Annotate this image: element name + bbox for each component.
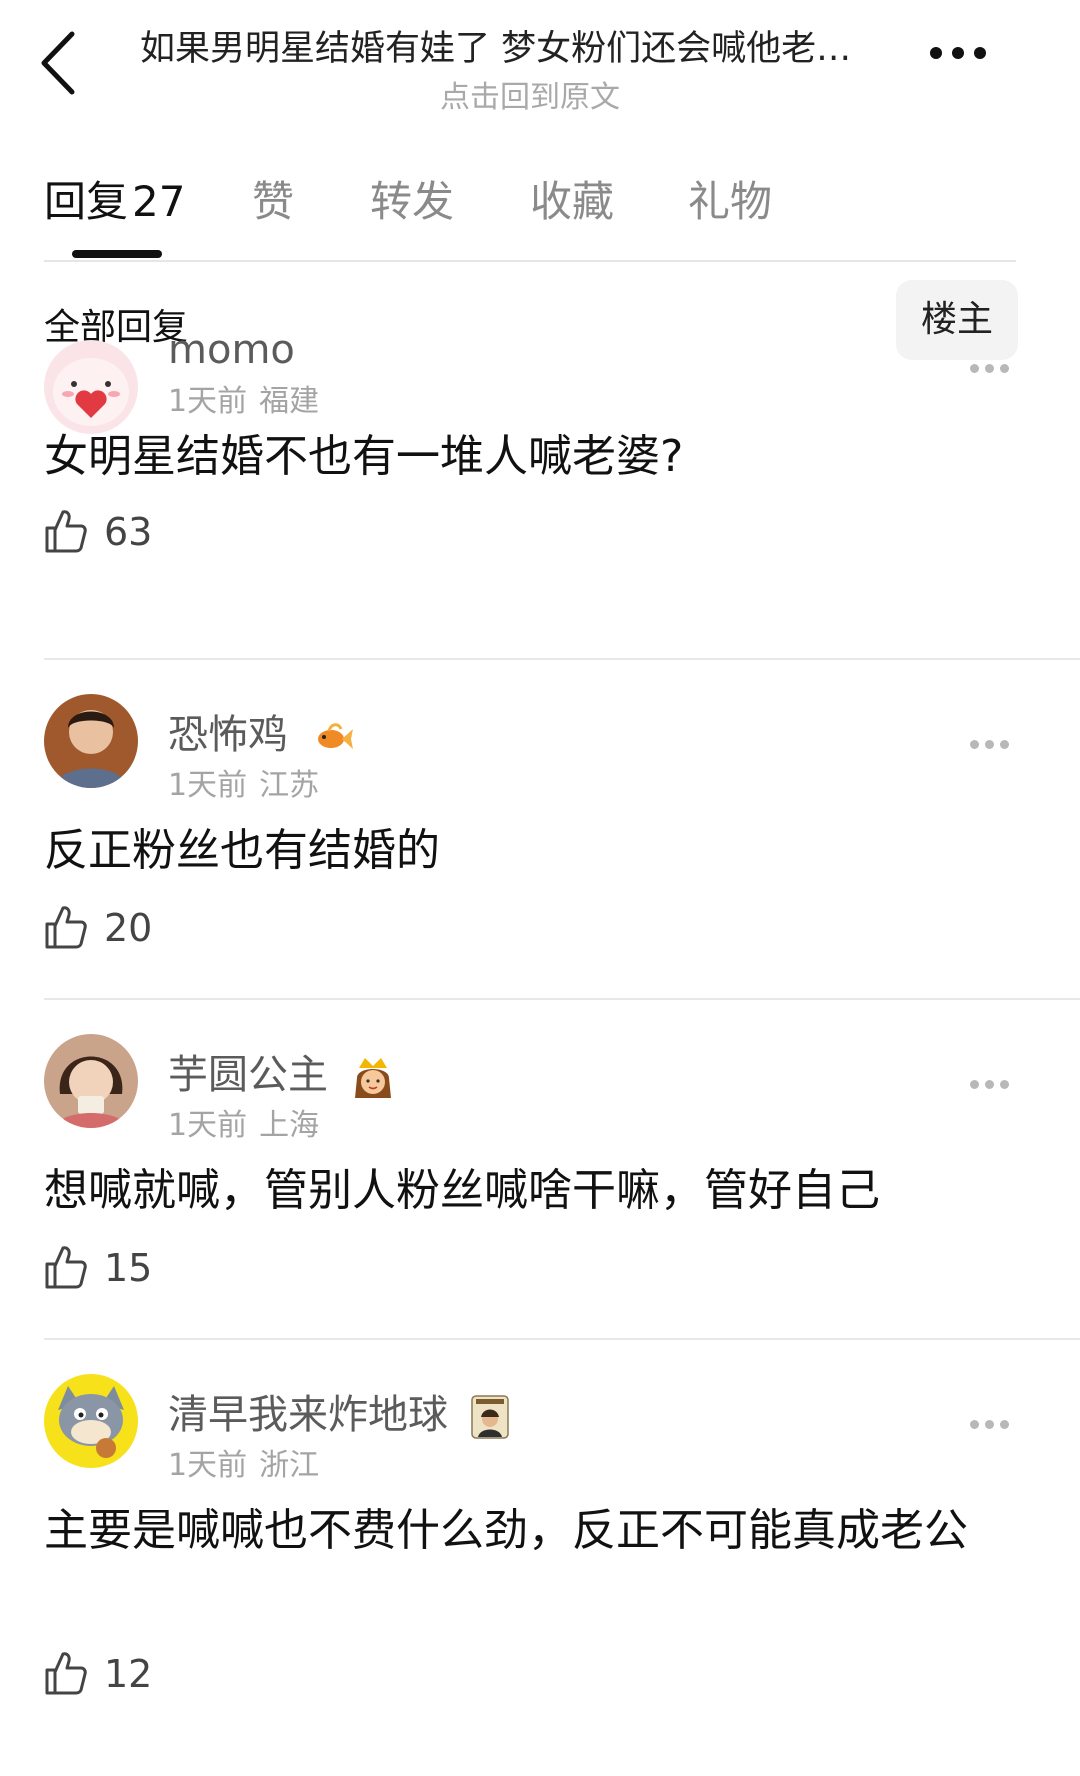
more-dot-icon <box>985 1080 994 1089</box>
comment-divider <box>44 658 1080 660</box>
more-dot-icon <box>930 47 942 59</box>
comment-divider <box>44 998 1080 1000</box>
more-dot-icon <box>974 47 986 59</box>
more-dot-icon <box>1000 364 1009 373</box>
more-dot-icon <box>952 47 964 59</box>
comment-username[interactable]: 恐怖鸡 <box>168 702 355 760</box>
comment-meta: 1天前 福建 <box>168 376 319 420</box>
more-dot-icon <box>970 1080 979 1089</box>
thumbs-up-icon <box>45 906 87 949</box>
comment-text: 反正粉丝也有结婚的 <box>44 825 440 876</box>
tab-gifts[interactable]: 礼物 <box>688 168 772 229</box>
girl-avatar[interactable] <box>44 1034 138 1128</box>
top-bar: 如果男明星结婚有娃了 梦女粉们还会喊他老… 点击回到原文 <box>0 0 1080 120</box>
comment-item: 恐怖鸡 1天前 江苏 反正粉丝也有结婚的 20 <box>0 694 1080 994</box>
comment-location: 上海 <box>259 1108 320 1143</box>
comment-more-button[interactable] <box>970 358 1020 378</box>
comment-text: 想喊就喊，管别人粉丝喊啥干嘛，管好自己 <box>44 1165 880 1216</box>
comment-username[interactable]: 清早我来炸地球 <box>168 1382 509 1440</box>
comment-item: 芋圆公主 1天前 上海 想喊就喊，管别人粉丝喊啥干嘛，管好自己 15 <box>0 1034 1080 1334</box>
comment-username-text: 清早我来炸地球 <box>168 1392 448 1438</box>
active-tab-indicator <box>72 250 162 258</box>
more-options-button[interactable] <box>930 44 1030 80</box>
comment-meta: 1天前 江苏 <box>168 760 319 804</box>
tabs-divider <box>44 260 1016 262</box>
thumbs-up-icon <box>45 1246 87 1289</box>
tab-replies-count: 27 <box>132 177 186 226</box>
comment-meta: 1天前 浙江 <box>168 1440 319 1484</box>
more-dot-icon <box>1000 740 1009 749</box>
comment-item: momo 1天前 福建 女明星结婚不也有一堆人喊老婆? 63 <box>0 330 1080 598</box>
comment-username[interactable]: momo <box>168 330 295 370</box>
more-dot-icon <box>985 364 994 373</box>
back-to-post-link[interactable]: 点击回到原文 <box>0 72 1060 116</box>
like-count: 20 <box>104 906 153 950</box>
princess-emoji-icon <box>354 1058 391 1098</box>
like-count: 15 <box>104 1246 153 1290</box>
more-dot-icon <box>1000 1420 1009 1429</box>
tab-reposts[interactable]: 转发 <box>370 168 454 229</box>
comment-time: 1天前 <box>168 1448 248 1483</box>
comment-page: 如果男明星结婚有娃了 梦女粉们还会喊他老… 点击回到原文 回复27 赞 转发 收… <box>0 0 1080 1776</box>
more-dot-icon <box>970 1420 979 1429</box>
more-dot-icon <box>970 740 979 749</box>
cartoon-cat-avatar[interactable] <box>44 1374 138 1468</box>
tab-replies[interactable]: 回复27 <box>44 168 185 229</box>
comment-more-button[interactable] <box>970 734 1020 754</box>
comment-more-button[interactable] <box>970 1074 1020 1094</box>
poster-badge-icon <box>470 1395 509 1439</box>
person-avatar[interactable] <box>44 694 138 788</box>
tab-likes[interactable]: 赞 <box>252 168 294 229</box>
comment-username-text: 恐怖鸡 <box>168 712 288 758</box>
goldfish-icon <box>317 723 353 749</box>
comment-location: 福建 <box>259 384 320 419</box>
comment-text: 主要是喊喊也不费什么劲，反正不可能真成老公 <box>44 1505 968 1556</box>
more-dot-icon <box>1000 1080 1009 1089</box>
comment-username[interactable]: 芋圆公主 <box>168 1042 395 1100</box>
thumbs-up-icon <box>45 1652 87 1695</box>
like-count: 12 <box>104 1652 153 1696</box>
comment-username-text: 芋圆公主 <box>168 1052 328 1098</box>
more-dot-icon <box>985 740 994 749</box>
comment-text: 女明星结婚不也有一堆人喊老婆? <box>44 431 684 482</box>
post-title[interactable]: 如果男明星结婚有娃了 梦女粉们还会喊他老… <box>140 20 920 71</box>
like-count: 63 <box>104 510 153 554</box>
comment-meta: 1天前 上海 <box>168 1100 319 1144</box>
pink-heart-avatar[interactable] <box>44 340 138 434</box>
tab-favorites[interactable]: 收藏 <box>530 168 614 229</box>
comment-location: 浙江 <box>259 1448 320 1483</box>
comment-divider <box>44 1338 1080 1340</box>
thumbs-up-icon <box>45 510 87 553</box>
comment-location: 江苏 <box>259 768 320 803</box>
comment-time: 1天前 <box>168 384 248 419</box>
more-dot-icon <box>970 364 979 373</box>
tab-bar: 回复27 赞 转发 收藏 礼物 <box>0 150 1080 260</box>
more-dot-icon <box>985 1420 994 1429</box>
comment-time: 1天前 <box>168 1108 248 1143</box>
tab-replies-label: 回复 <box>44 177 129 226</box>
comment-more-button[interactable] <box>970 1414 1020 1434</box>
comment-item: 清早我来炸地球 1天前 浙江 主要是喊喊也不费什么劲，反正不可能真成老公 12 <box>0 1374 1080 1744</box>
comment-time: 1天前 <box>168 768 248 803</box>
